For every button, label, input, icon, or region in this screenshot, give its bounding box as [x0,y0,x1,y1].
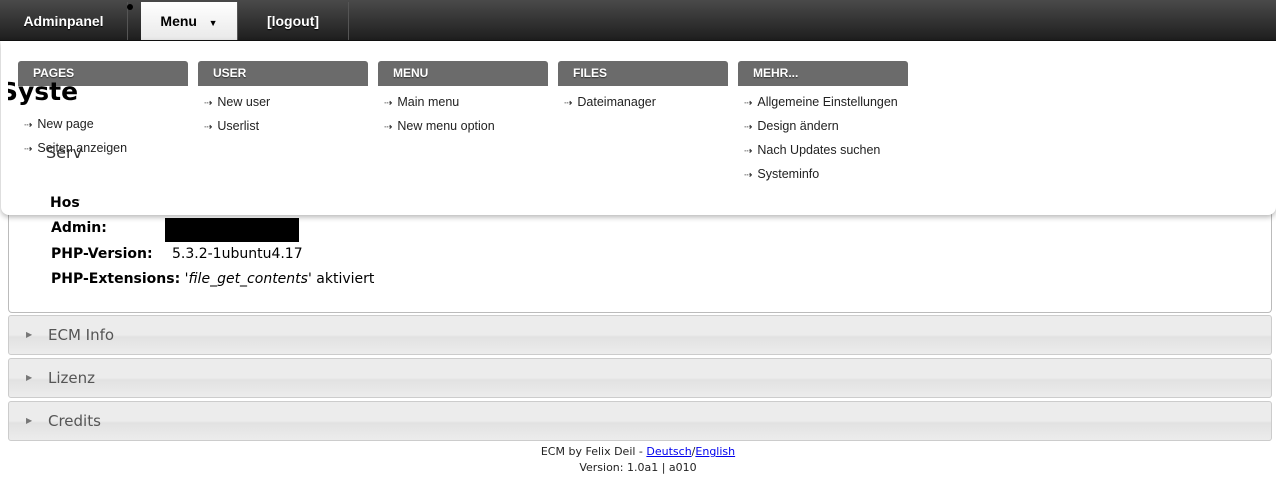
menu-column-files: FILES ⇢ Dateimanager [558,61,728,119]
arrow-right-icon: ⇢ [744,170,753,181]
tab-adminpanel[interactable]: Adminpanel [0,2,128,40]
triangle-right-icon: ▶ [26,373,33,382]
menu-item-new-user[interactable]: ⇢ New user [204,95,368,119]
item-label: Userlist [217,119,260,133]
page-heading-fragment: Syste [8,78,79,106]
php-ext-value: file_get_contents [188,271,308,287]
menu-item-new-page[interactable]: ⇢ New page [24,117,188,141]
item-label: Systeminfo [757,167,820,181]
item-label: Nach Updates suchen [757,143,881,157]
link-deutsch[interactable]: Deutsch [646,445,691,458]
menu-item-nach-updates-suchen[interactable]: ⇢ Nach Updates suchen [744,143,908,167]
admin-label: Admin: [51,220,107,236]
arrow-right-icon: ⇢ [204,98,213,109]
arrow-right-icon: ⇢ [744,98,753,109]
accordion-ecm-info[interactable]: ▶ ECM Info [8,315,1272,355]
php-version-label: PHP-Version: [51,246,153,262]
tab-logout[interactable]: [logout] [238,2,349,40]
menu-item-dateimanager[interactable]: ⇢ Dateimanager [564,95,728,119]
arrow-right-icon: ⇢ [204,122,213,133]
item-label: Design ändern [757,119,839,133]
php-ext-status: aktiviert [316,271,375,287]
menu-item-main-menu[interactable]: ⇢ Main menu [384,95,548,119]
top-nav-bar: Adminpanel Menu ▼ [logout] [0,0,1276,41]
arrow-right-icon: ⇢ [744,146,753,157]
column-title: FILES [558,61,728,86]
column-title: MEHR... [738,61,908,86]
link-english[interactable]: English [695,445,735,458]
column-title: USER [198,61,368,86]
menu-column-menu: MENU ⇢ Main menu ⇢ New menu option [378,61,548,143]
accordion-label: ECM Info [48,326,115,344]
php-ext-label: PHP-Extensions: [51,271,181,287]
tab-menu[interactable]: Menu ▼ [141,2,238,40]
accordion-credits[interactable]: ▶ Credits [8,401,1272,441]
accordion-label: Lizenz [48,369,96,387]
indicator-dot [127,4,133,10]
redacted-admin-value [165,218,299,242]
menu-item-new-menu-option[interactable]: ⇢ New menu option [384,119,548,143]
menu-item-design-aendern[interactable]: ⇢ Design ändern [744,119,908,143]
php-version-value: 5.3.2-1ubuntu4.17 [172,246,303,262]
arrow-right-icon: ⇢ [744,122,753,133]
menu-column-user: USER ⇢ New user ⇢ Userlist [198,61,368,143]
menu-item-userlist[interactable]: ⇢ Userlist [204,119,368,143]
tab-label: [logout] [266,13,320,29]
footer-version: Version: 1.0a1 | a010 [579,461,697,474]
menu-item-allgemeine-einstellungen[interactable]: ⇢ Allgemeine Einstellungen [744,95,908,119]
triangle-right-icon: ▶ [26,330,33,339]
arrow-right-icon: ⇢ [24,120,33,131]
column-title: MENU [378,61,548,86]
triangle-right-icon: ▶ [26,416,33,425]
tab-label: Adminpanel [23,13,104,29]
arrow-right-icon: ⇢ [564,98,573,109]
admin-row: Admin: [51,220,107,236]
arrow-right-icon: ⇢ [384,98,393,109]
php-version-row: PHP-Version: 5.3.2-1ubuntu4.17 [51,246,303,262]
credit-text: ECM by Felix Deil - [540,445,647,458]
menu-column-mehr: MEHR... ⇢ Allgemeine Einstellungen ⇢ Desig… [738,61,908,191]
item-label: Main menu [397,95,460,109]
item-label: Allgemeine Einstellungen [757,95,898,109]
menu-item-systeminfo[interactable]: ⇢ Systeminfo [744,167,908,191]
accordion-label: Credits [48,412,101,430]
footer-credit: ECM by Felix Deil - Deutsch/English [0,445,1276,458]
item-label: New menu option [397,119,495,133]
arrow-right-icon: ⇢ [24,144,33,155]
menu-column-pages: PAGES ⇢ New page ⇢ Seiten anzeigen [18,61,188,165]
item-label: New page [37,117,94,131]
item-label: New user [217,95,271,109]
php-extensions-row: PHP-Extensions: 'file_get_contents' akti… [51,271,375,287]
item-label: Dateimanager [577,95,656,109]
chevron-down-icon: ▼ [208,18,218,28]
host-label-fragment: Host [50,195,80,211]
tab-label: Menu [160,13,197,29]
accordion-lizenz[interactable]: ▶ Lizenz [8,358,1272,398]
arrow-right-icon: ⇢ [384,122,393,133]
menu-dropdown: PAGES ⇢ New page ⇢ Seiten anzeigen USER ⇢ N… [1,41,1276,215]
section-heading-fragment: Serv [46,143,83,162]
